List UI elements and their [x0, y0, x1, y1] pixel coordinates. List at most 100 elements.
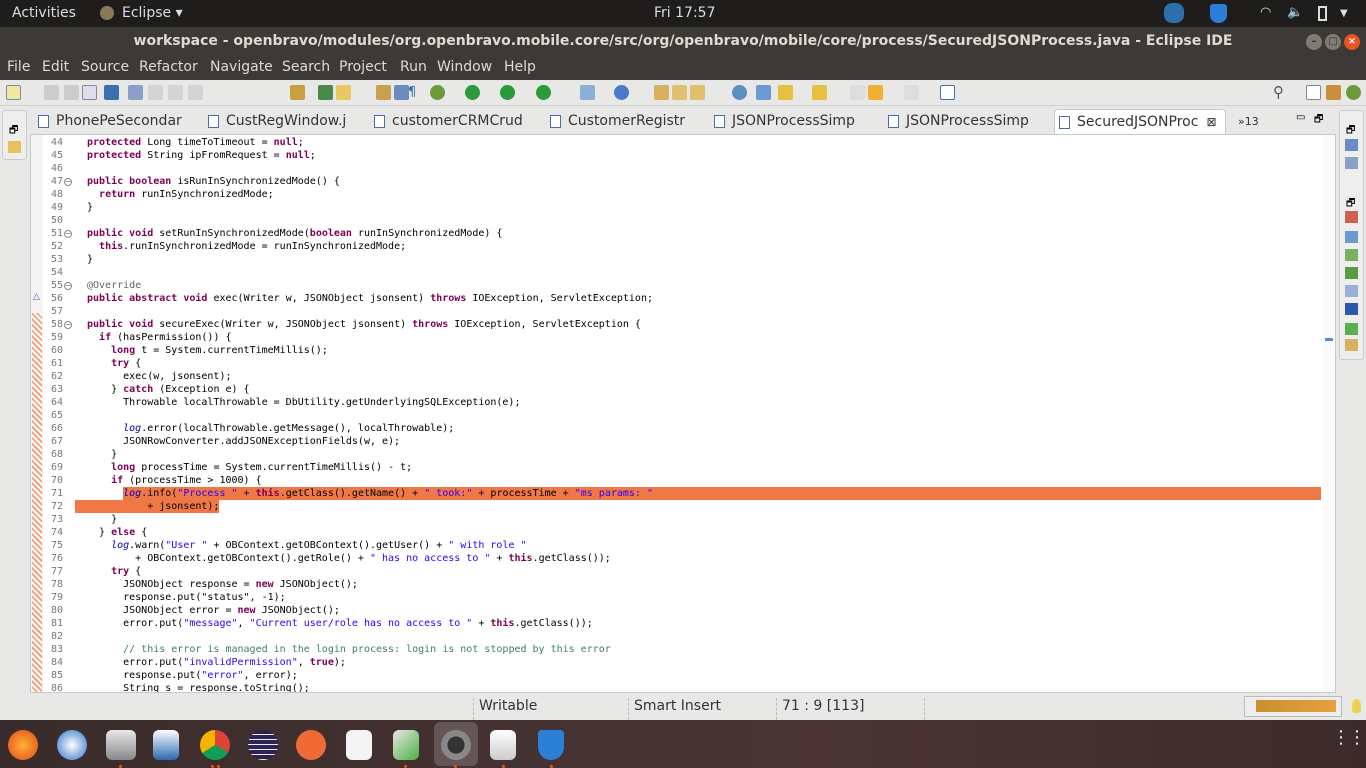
open-task-icon[interactable] [672, 85, 687, 100]
pin-editor-icon[interactable] [940, 85, 955, 100]
block-selection-icon[interactable] [394, 85, 409, 100]
code-line[interactable]: } catch (Exception e) { [87, 383, 249, 396]
highlight-icon[interactable] [336, 85, 351, 100]
fold-toggle-icon[interactable]: − [64, 282, 72, 290]
code-line[interactable]: @Override [87, 279, 141, 292]
code-line[interactable]: log.error(localThrowable.getMessage(), l… [87, 422, 454, 435]
debug-perspective-icon[interactable] [1346, 85, 1361, 100]
code-line[interactable]: log.warn("User " + OBContext.getOBContex… [87, 539, 526, 552]
code-line[interactable]: public void setRunInSynchronizedMode(boo… [87, 227, 502, 240]
code-line[interactable]: long processTime = System.currentTimeMil… [87, 461, 412, 474]
code-line[interactable]: } [87, 201, 93, 214]
code-line[interactable]: protected String ipFromRequest = null; [87, 149, 316, 162]
code-line[interactable]: + jsonsent); [87, 500, 219, 513]
menu-file[interactable]: File [7, 59, 30, 75]
eclipse-icon[interactable] [248, 730, 278, 760]
run-icon[interactable] [465, 85, 480, 100]
menu-run[interactable]: Run [400, 59, 427, 75]
code-line[interactable]: if (processTime > 1000) { [87, 474, 262, 487]
menu-refactor[interactable]: Refactor [139, 59, 198, 75]
pen-icon[interactable] [690, 85, 705, 100]
wifi-icon[interactable]: ◠ [1260, 5, 1271, 20]
project-explorer-icon[interactable] [8, 141, 21, 153]
menu-search[interactable]: Search [282, 59, 330, 75]
minimize-editor-icon[interactable]: ▭ [1296, 112, 1305, 123]
postman-icon[interactable] [296, 730, 326, 760]
activities-button[interactable]: Activities [12, 5, 76, 21]
java-ee-perspective-icon[interactable] [1326, 85, 1341, 100]
files-icon[interactable] [106, 730, 136, 760]
app-menu[interactable]: Eclipse ▾ [122, 5, 183, 21]
writer-icon[interactable] [153, 730, 179, 760]
data-source-icon[interactable] [1345, 285, 1358, 297]
code-line[interactable]: } [87, 513, 117, 526]
code-line[interactable]: response.put("error", error); [87, 669, 298, 682]
forward-icon[interactable] [904, 85, 919, 100]
chrome-icon[interactable] [200, 730, 230, 760]
system-menu-chevron-icon[interactable]: ▼ [1340, 8, 1348, 19]
overview-marker[interactable] [1325, 338, 1333, 341]
code-line[interactable]: } else { [87, 526, 147, 539]
code-line[interactable]: error.put("message", "Current user/role … [87, 617, 593, 630]
pdf-viewer-icon[interactable] [346, 730, 372, 760]
code-line[interactable]: Throwable localThrowable = DbUtility.get… [87, 396, 520, 409]
code-line[interactable]: try { [87, 565, 141, 578]
tab-customer-crm-crud[interactable]: customerCRMCrud [370, 109, 523, 134]
back-icon[interactable] [868, 85, 883, 100]
close-button[interactable]: × [1344, 34, 1360, 50]
menu-navigate[interactable]: Navigate [210, 59, 273, 75]
overview-ruler[interactable] [1323, 135, 1335, 692]
terminate-icon[interactable] [188, 85, 203, 100]
resume-icon[interactable] [148, 85, 163, 100]
external-tools-icon[interactable] [536, 85, 551, 100]
open-perspective-icon[interactable] [1306, 85, 1321, 100]
outline-icon[interactable] [1345, 139, 1358, 151]
tip-lightbulb-icon[interactable] [1352, 699, 1361, 713]
task-list-icon[interactable] [1345, 157, 1358, 169]
open-type-icon[interactable] [318, 85, 333, 100]
progress-icon[interactable] [1345, 323, 1358, 335]
search-icon[interactable]: ⚲ [1273, 83, 1288, 101]
code-line[interactable]: protected Long timeToTimeout = null; [87, 136, 304, 149]
suspend-icon[interactable] [168, 85, 183, 100]
menu-window[interactable]: Window [437, 59, 492, 75]
javadoc-icon[interactable] [1345, 231, 1358, 243]
open-folder-icon[interactable] [654, 85, 669, 100]
vpn-icon[interactable] [538, 730, 564, 760]
show-whitespace-icon[interactable]: ¶ [408, 85, 423, 100]
eclipse-java-ee-icon[interactable] [441, 730, 471, 760]
tab-secured-json-proc[interactable]: SecuredJSONProc ⊠ [1054, 109, 1226, 134]
new-icon[interactable] [6, 85, 21, 100]
back-disabled-icon[interactable] [850, 85, 865, 100]
console-icon[interactable] [1345, 303, 1358, 315]
code-editor[interactable]: 44 protected Long timeToTimeout = null; 45… [30, 134, 1336, 693]
code-line[interactable]: log.info("Process " + this.getClass().ge… [87, 487, 653, 500]
restore-icon[interactable]: 🗗 [9, 123, 18, 140]
postgres-icon[interactable] [1164, 3, 1184, 23]
code-line[interactable]: if (hasPermission()) { [87, 331, 231, 344]
code-line[interactable]: + OBContext.getOBContext().getRole() + "… [87, 552, 611, 565]
code-line[interactable]: JSONRowConverter.addJSONExceptionFields(… [87, 435, 400, 448]
status-tool-icons[interactable] [1256, 700, 1336, 712]
close-tab-icon[interactable]: ⊠ [1206, 115, 1216, 129]
text-editor-icon[interactable] [490, 730, 516, 760]
fold-toggle-icon[interactable]: − [64, 178, 72, 186]
skip-breakpoints-icon[interactable] [128, 85, 143, 100]
servers-icon[interactable] [1345, 267, 1358, 279]
maximize-button[interactable]: □ [1325, 34, 1341, 50]
vpn-shield-icon[interactable] [1210, 4, 1227, 23]
menu-project[interactable]: Project [339, 59, 387, 75]
image-editor-icon[interactable] [393, 730, 419, 760]
menu-source[interactable]: Source [81, 59, 129, 75]
tab-phonepe-secondar[interactable]: PhonePeSecondar [34, 109, 182, 134]
code-line[interactable]: public boolean isRunInSynchronizedMode()… [87, 175, 340, 188]
fold-toggle-icon[interactable]: − [64, 230, 72, 238]
menu-edit[interactable]: Edit [42, 59, 69, 75]
debug-icon[interactable] [430, 85, 445, 100]
code-line[interactable]: exec(w, jsonsent); [87, 370, 231, 383]
code-line[interactable]: return runInSynchronizedMode; [87, 188, 274, 201]
globe-icon[interactable] [732, 85, 747, 100]
code-line[interactable]: } [87, 253, 93, 266]
code-line[interactable]: public abstract void exec(Writer w, JSON… [87, 292, 653, 305]
code-line[interactable]: JSONObject response = new JSONObject(); [87, 578, 358, 591]
